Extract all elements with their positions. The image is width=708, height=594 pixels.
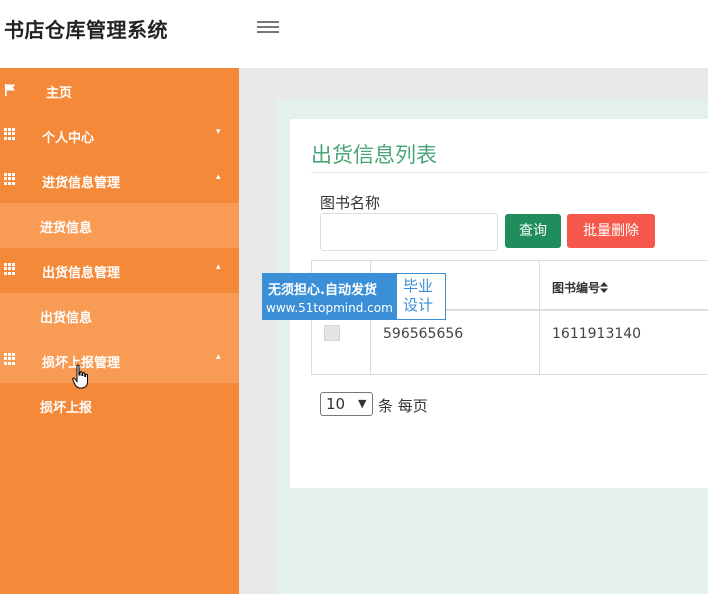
- hamburger-menu-icon[interactable]: [257, 18, 279, 36]
- flag-icon: [5, 84, 15, 96]
- watermark-side-1: 毕业: [403, 277, 434, 295]
- top-header: 书店仓库管理系统: [0, 0, 708, 68]
- watermark-left-panel: 无须担心.自动发货 www.51topmind.com: [263, 274, 397, 319]
- page-size-select[interactable]: 10 ▼: [320, 392, 373, 416]
- chevron-down-icon: ▼: [358, 397, 367, 410]
- page-size-value: 10: [326, 395, 346, 413]
- row-checkbox[interactable]: [324, 325, 340, 341]
- cell-value: 596565656: [383, 326, 464, 342]
- column-divider: [539, 261, 540, 375]
- app-title: 书店仓库管理系统: [4, 18, 168, 42]
- book-name-search-input[interactable]: [320, 213, 498, 251]
- caret-up-icon: ▴: [216, 172, 221, 182]
- caret-up-icon: ▴: [216, 262, 221, 272]
- sidebar-item-label: 损坏上报: [40, 401, 93, 416]
- caret-down-icon: ▾: [216, 127, 221, 137]
- page-title: 出货信息列表: [311, 143, 437, 167]
- watermark-line-1: 无须担心.自动发货: [268, 283, 377, 298]
- sidebar-item-label: 进货信息管理: [42, 176, 121, 191]
- sidebar-subitem-shipment-info[interactable]: 出货信息: [0, 293, 239, 338]
- page-size-suffix: 条 每页: [378, 397, 428, 415]
- sidebar-item-label: 个人中心: [42, 131, 95, 146]
- table-row: 596565656 1611913140: [312, 313, 708, 375]
- sidebar-item-label: 出货信息: [40, 311, 93, 326]
- sidebar-item-label: 主页: [46, 86, 73, 101]
- hand-cursor-icon: [72, 364, 88, 389]
- search-label: 图书名称: [320, 194, 381, 212]
- watermark-side-2: 设计: [403, 296, 434, 314]
- grid-icon: [4, 173, 16, 185]
- sidebar-item-purchase-management[interactable]: 进货信息管理 ▴: [0, 158, 239, 203]
- sidebar-item-label: 进货信息: [40, 221, 93, 236]
- watermark-right-panel: 毕业 设计: [403, 277, 433, 315]
- grid-icon: [4, 128, 16, 140]
- sidebar-item-shipment-management[interactable]: 出货信息管理 ▴: [0, 248, 239, 293]
- sidebar-item-personal-center[interactable]: 个人中心 ▾: [0, 113, 239, 158]
- sidebar-subitem-damage-report[interactable]: 损坏上报: [0, 383, 239, 428]
- sort-icon: [600, 282, 609, 293]
- sidebar-subitem-purchase-info[interactable]: 进货信息: [0, 203, 239, 248]
- sidebar-item-damage-report-management[interactable]: 损坏上报管理 ▴: [0, 338, 239, 383]
- column-header-book-number[interactable]: 图书编号: [552, 279, 609, 296]
- caret-up-icon: ▴: [216, 352, 221, 362]
- watermark-line-2: www.51topmind.com: [266, 301, 393, 315]
- column-header-label: 图书编号: [552, 281, 601, 295]
- sidebar-item-label: 出货信息管理: [42, 266, 121, 281]
- batch-delete-button[interactable]: 批量删除: [567, 214, 655, 248]
- cell-book-number: 1611913140: [552, 326, 642, 342]
- grid-icon: [4, 353, 16, 365]
- sidebar: 主页 个人中心 ▾ 进货信息管理 ▴ 进货信息 出货信息管理 ▴ 出货信息 损坏…: [0, 68, 239, 594]
- divider: [311, 172, 708, 173]
- query-button[interactable]: 查询: [505, 214, 561, 248]
- grid-icon: [4, 263, 16, 275]
- sidebar-item-home[interactable]: 主页: [0, 68, 239, 113]
- watermark-badge: 无须担心.自动发货 www.51topmind.com 毕业 设计: [262, 273, 446, 320]
